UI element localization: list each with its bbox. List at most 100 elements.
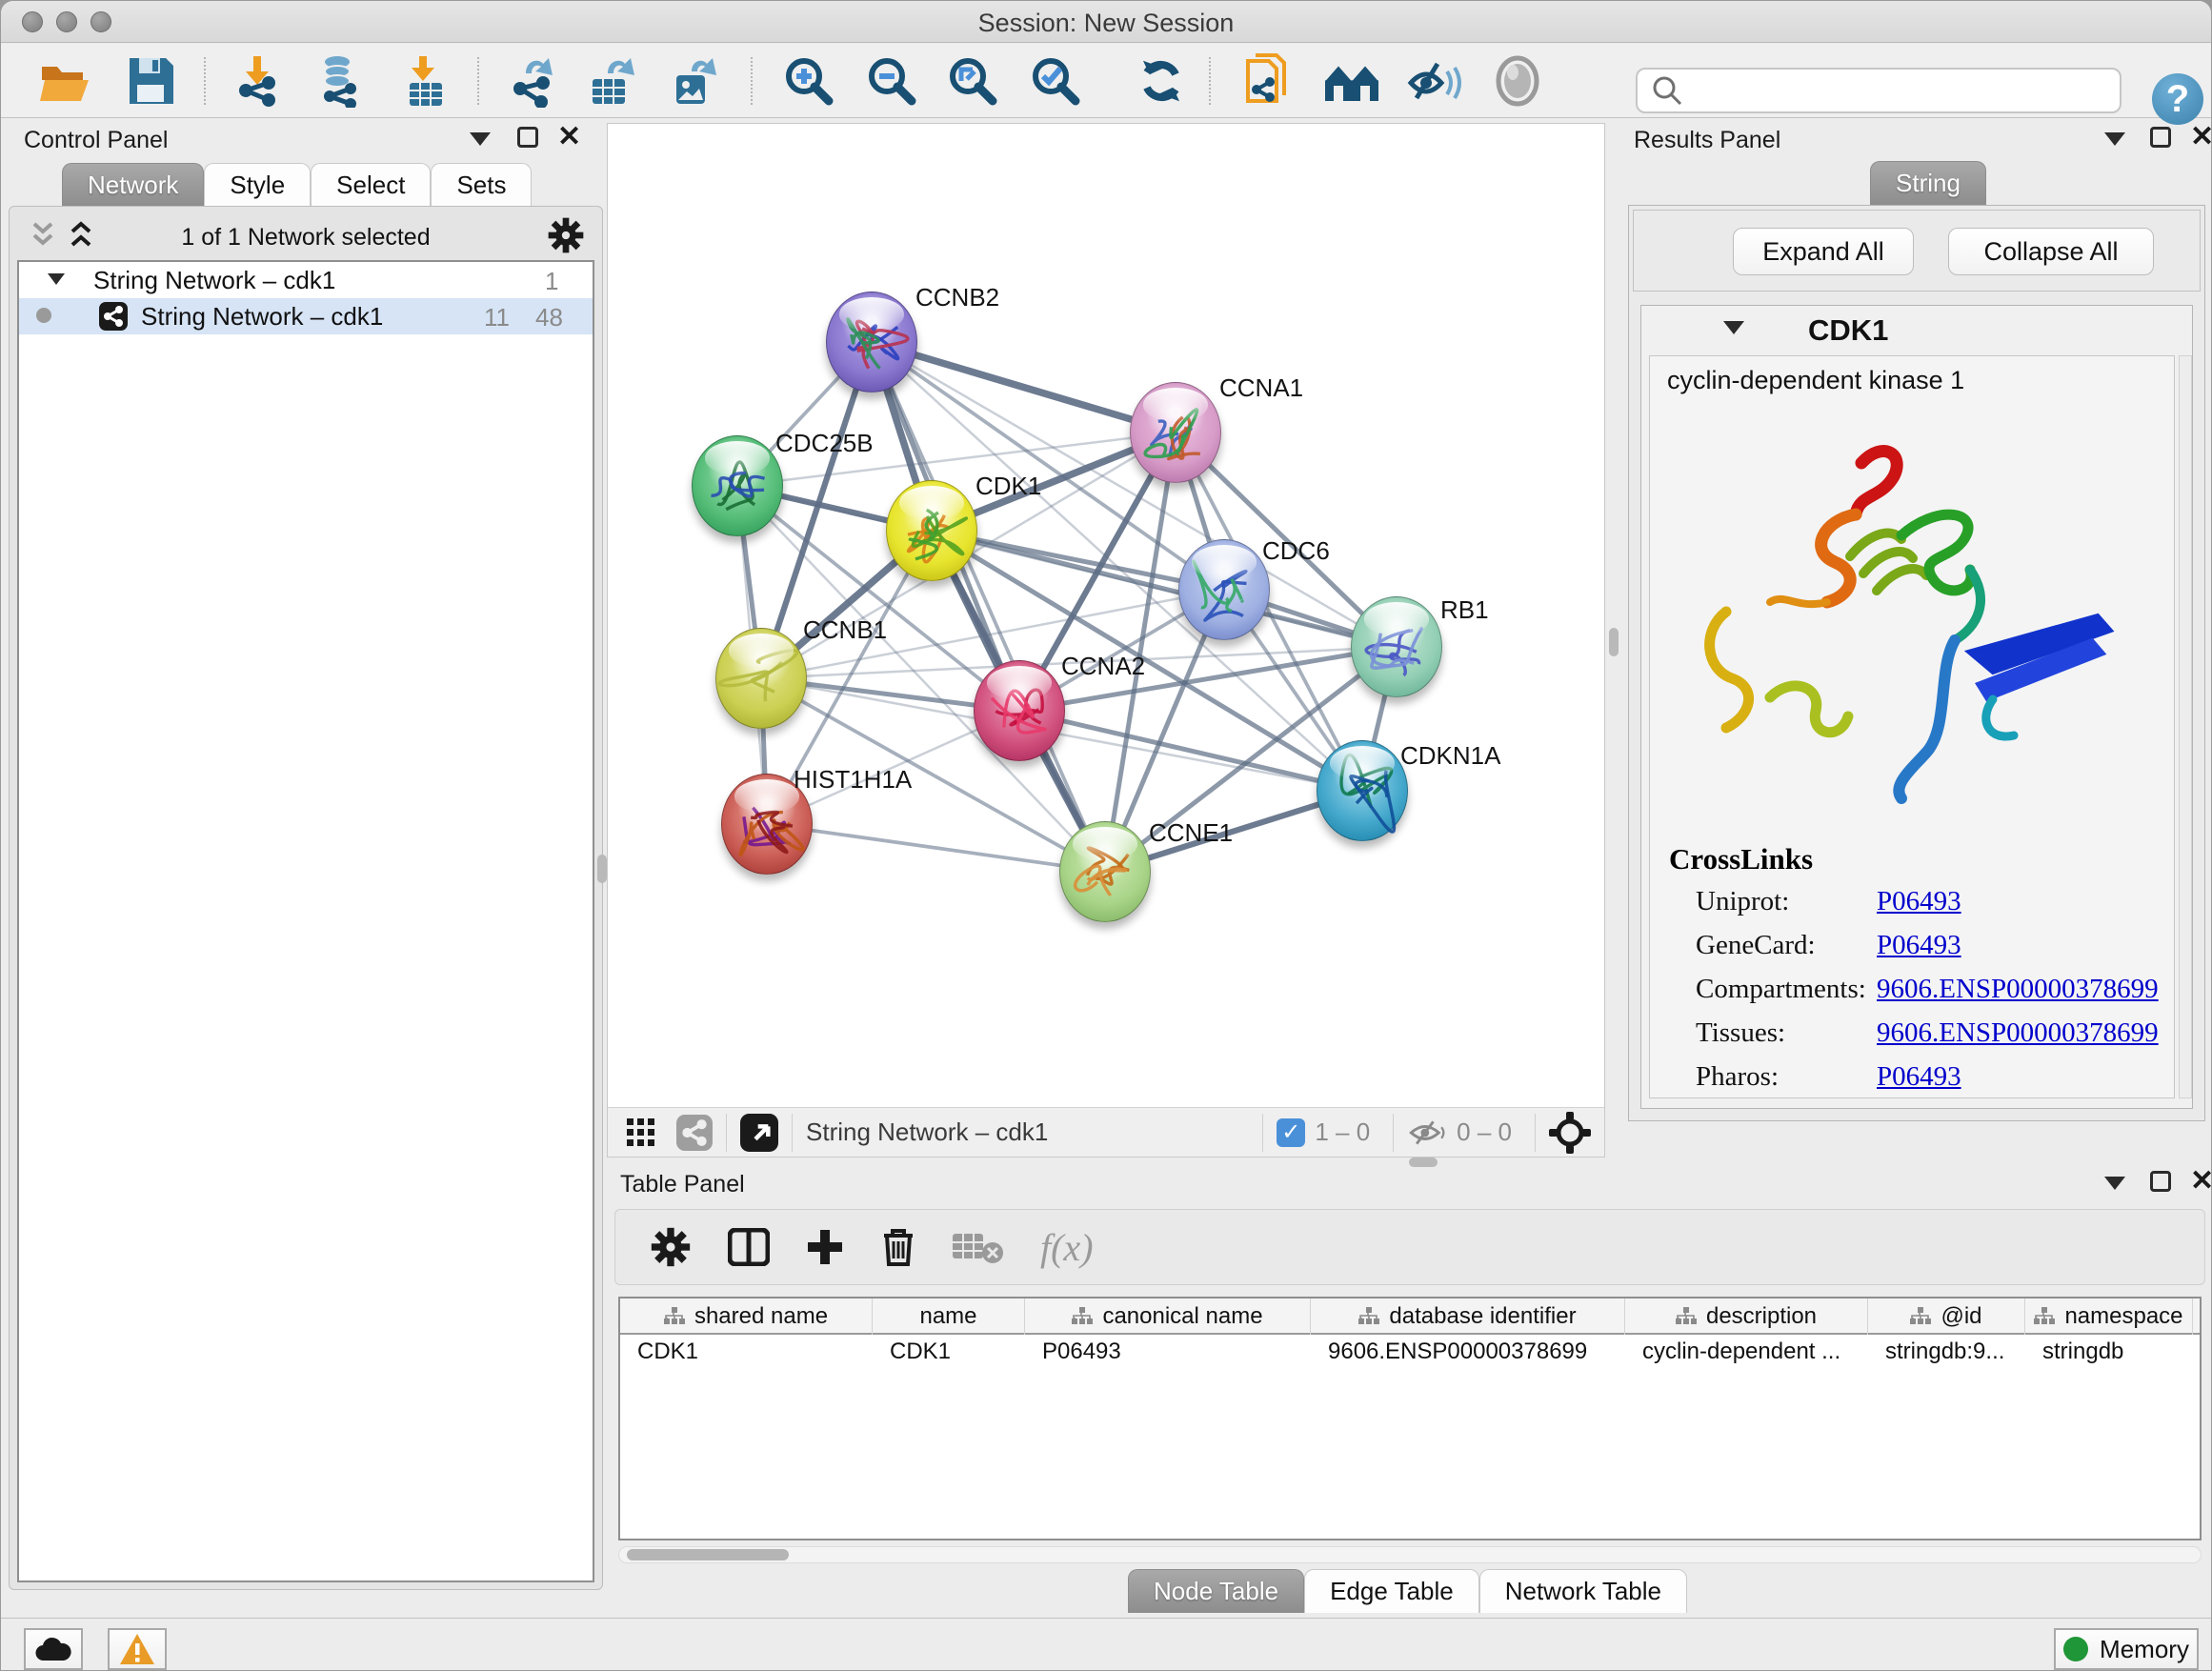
- table-cell[interactable]: stringdb: [2025, 1339, 2193, 1373]
- network-style-icon[interactable]: [676, 1115, 713, 1151]
- network-edge[interactable]: [767, 824, 1105, 872]
- share-document-button[interactable]: [1239, 53, 1297, 109]
- column-header-name[interactable]: name: [873, 1299, 1025, 1335]
- zoom-in-button[interactable]: [780, 53, 837, 109]
- network-node-CDKN1A[interactable]: [1317, 740, 1408, 841]
- import-network-from-database-button[interactable]: [312, 53, 369, 109]
- table-cell[interactable]: 9606.ENSP00000378699: [1311, 1339, 1625, 1373]
- export-image-button[interactable]: [666, 53, 723, 109]
- network-canvas[interactable]: CCNB2CCNA1CDC25BCDK1CDC6RB1CCNB1CCNA2CDK…: [608, 124, 1606, 1107]
- close-panel-icon[interactable]: ✕: [557, 127, 581, 148]
- table-cell[interactable]: P06493: [1025, 1339, 1311, 1373]
- network-row-selected[interactable]: String Network – cdk1 11 48: [19, 298, 593, 334]
- cloud-status-button[interactable]: [24, 1628, 83, 1670]
- crosslink-link[interactable]: P06493: [1877, 1061, 1961, 1093]
- search-input[interactable]: [1693, 71, 2120, 110]
- delete-column-icon[interactable]: [880, 1226, 916, 1268]
- network-options-gear-icon[interactable]: [547, 216, 585, 254]
- zoom-selected-button[interactable]: [1027, 53, 1084, 109]
- close-panel-icon[interactable]: ✕: [2190, 1171, 2212, 1192]
- tab-node-table[interactable]: Node Table: [1128, 1569, 1304, 1613]
- float-panel-icon[interactable]: [2150, 1171, 2171, 1192]
- protein-ribbon-thumbnail: [1317, 741, 1409, 842]
- save-session-button[interactable]: [123, 53, 180, 109]
- panel-menu-icon[interactable]: [2104, 132, 2125, 146]
- warnings-button[interactable]: [108, 1628, 167, 1670]
- crosslink-link[interactable]: 9606.ENSP00000378699: [1877, 974, 2159, 1005]
- tab-edge-table[interactable]: Edge Table: [1304, 1569, 1479, 1613]
- node-table[interactable]: shared namenamecanonical namedatabase id…: [618, 1297, 2202, 1540]
- collection-row[interactable]: String Network – cdk1 1: [19, 262, 593, 298]
- network-node-CCNB1[interactable]: [715, 628, 807, 729]
- network-node-CCNB2[interactable]: [826, 292, 917, 393]
- table-cell[interactable]: CDK1: [873, 1339, 1025, 1373]
- table-cell[interactable]: stringdb:9...: [1868, 1339, 2025, 1373]
- panel-menu-icon[interactable]: [470, 132, 491, 146]
- table-cell[interactable]: CDK1: [620, 1339, 873, 1373]
- hide-unhide-button[interactable]: [1406, 53, 1463, 109]
- network-node-CDK1[interactable]: [886, 480, 977, 581]
- section-expander-icon[interactable]: [1723, 321, 1744, 334]
- crosslink-link[interactable]: P06493: [1877, 930, 1961, 961]
- tab-string[interactable]: String: [1870, 161, 1986, 205]
- column-header-canonical-name[interactable]: canonical name: [1025, 1299, 1311, 1335]
- node-label-CDC25B: CDC25B: [775, 429, 874, 458]
- column-header-@id[interactable]: @id: [1868, 1299, 2025, 1335]
- add-column-icon[interactable]: [806, 1228, 844, 1266]
- export-image-icon: [669, 54, 720, 108]
- column-header-database-identifier[interactable]: database identifier: [1311, 1299, 1625, 1335]
- memory-button[interactable]: Memory: [2054, 1628, 2199, 1670]
- grey-sphere-button[interactable]: [1489, 53, 1546, 109]
- column-header-namespace[interactable]: namespace: [2025, 1299, 2193, 1335]
- splitter-handle[interactable]: [597, 855, 607, 883]
- collapse-all-button[interactable]: Collapse All: [1948, 228, 2154, 275]
- import-network-from-file-button[interactable]: [230, 53, 287, 109]
- table-cell[interactable]: cyclin-dependent ...: [1625, 1339, 1868, 1373]
- expand-all-button[interactable]: Expand All: [1733, 228, 1914, 275]
- export-network-button[interactable]: [504, 53, 561, 109]
- refresh-button[interactable]: [1133, 53, 1190, 109]
- node-result-header[interactable]: CDK1: [1641, 306, 2192, 352]
- show-columns-icon[interactable]: [728, 1228, 770, 1266]
- zoom-out-button[interactable]: [863, 53, 920, 109]
- float-panel-icon[interactable]: [517, 127, 538, 148]
- network-node-CCNE1[interactable]: [1059, 821, 1151, 922]
- memory-status-icon: [2063, 1637, 2088, 1661]
- grid-view-icon[interactable]: [627, 1118, 655, 1147]
- zoom-fit-button[interactable]: [944, 53, 1001, 109]
- help-button[interactable]: ?: [2152, 73, 2203, 125]
- float-panel-icon[interactable]: [2150, 127, 2171, 148]
- crosslink-link[interactable]: P06493: [1877, 886, 1961, 917]
- splitter-handle[interactable]: [1609, 628, 1619, 656]
- table-options-gear-icon[interactable]: [650, 1226, 692, 1268]
- search-field: [1636, 68, 2122, 113]
- network-edge[interactable]: [1019, 711, 1362, 791]
- table-horizontal-scrollbar[interactable]: [618, 1546, 2202, 1563]
- birdseye-view-icon[interactable]: [740, 1114, 778, 1152]
- collection-expander-icon[interactable]: [48, 273, 65, 285]
- network-node-CDC6[interactable]: [1178, 539, 1270, 640]
- network-node-RB1[interactable]: [1351, 596, 1442, 697]
- column-header-shared-name[interactable]: shared name: [620, 1299, 873, 1335]
- tab-network-table[interactable]: Network Table: [1479, 1569, 1687, 1613]
- network-node-CCNA2[interactable]: [974, 660, 1065, 761]
- scrollbar-thumb[interactable]: [627, 1549, 789, 1560]
- tab-style[interactable]: Style: [204, 163, 311, 207]
- splitter-handle[interactable]: [1409, 1158, 1438, 1167]
- tab-sets[interactable]: Sets: [431, 163, 532, 207]
- column-header-description[interactable]: description: [1625, 1299, 1868, 1335]
- close-panel-icon[interactable]: ✕: [2190, 127, 2212, 148]
- fit-selected-crosshair-icon[interactable]: [1549, 1112, 1591, 1154]
- network-node-CDC25B[interactable]: [692, 435, 783, 536]
- tab-network[interactable]: Network: [62, 163, 204, 207]
- import-table-from-file-button[interactable]: [397, 53, 454, 109]
- open-session-button[interactable]: [37, 53, 94, 109]
- panel-menu-icon[interactable]: [2104, 1177, 2125, 1190]
- tab-select[interactable]: Select: [311, 163, 431, 207]
- selected-checkbox-icon[interactable]: ✓: [1277, 1118, 1305, 1147]
- results-scrollbar[interactable]: [2179, 355, 2192, 1098]
- crosslink-link[interactable]: 9606.ENSP00000378699: [1877, 1017, 2159, 1049]
- network-node-CCNA1[interactable]: [1130, 382, 1221, 483]
- string-home-button[interactable]: [1323, 53, 1380, 109]
- export-table-button[interactable]: [584, 53, 641, 109]
